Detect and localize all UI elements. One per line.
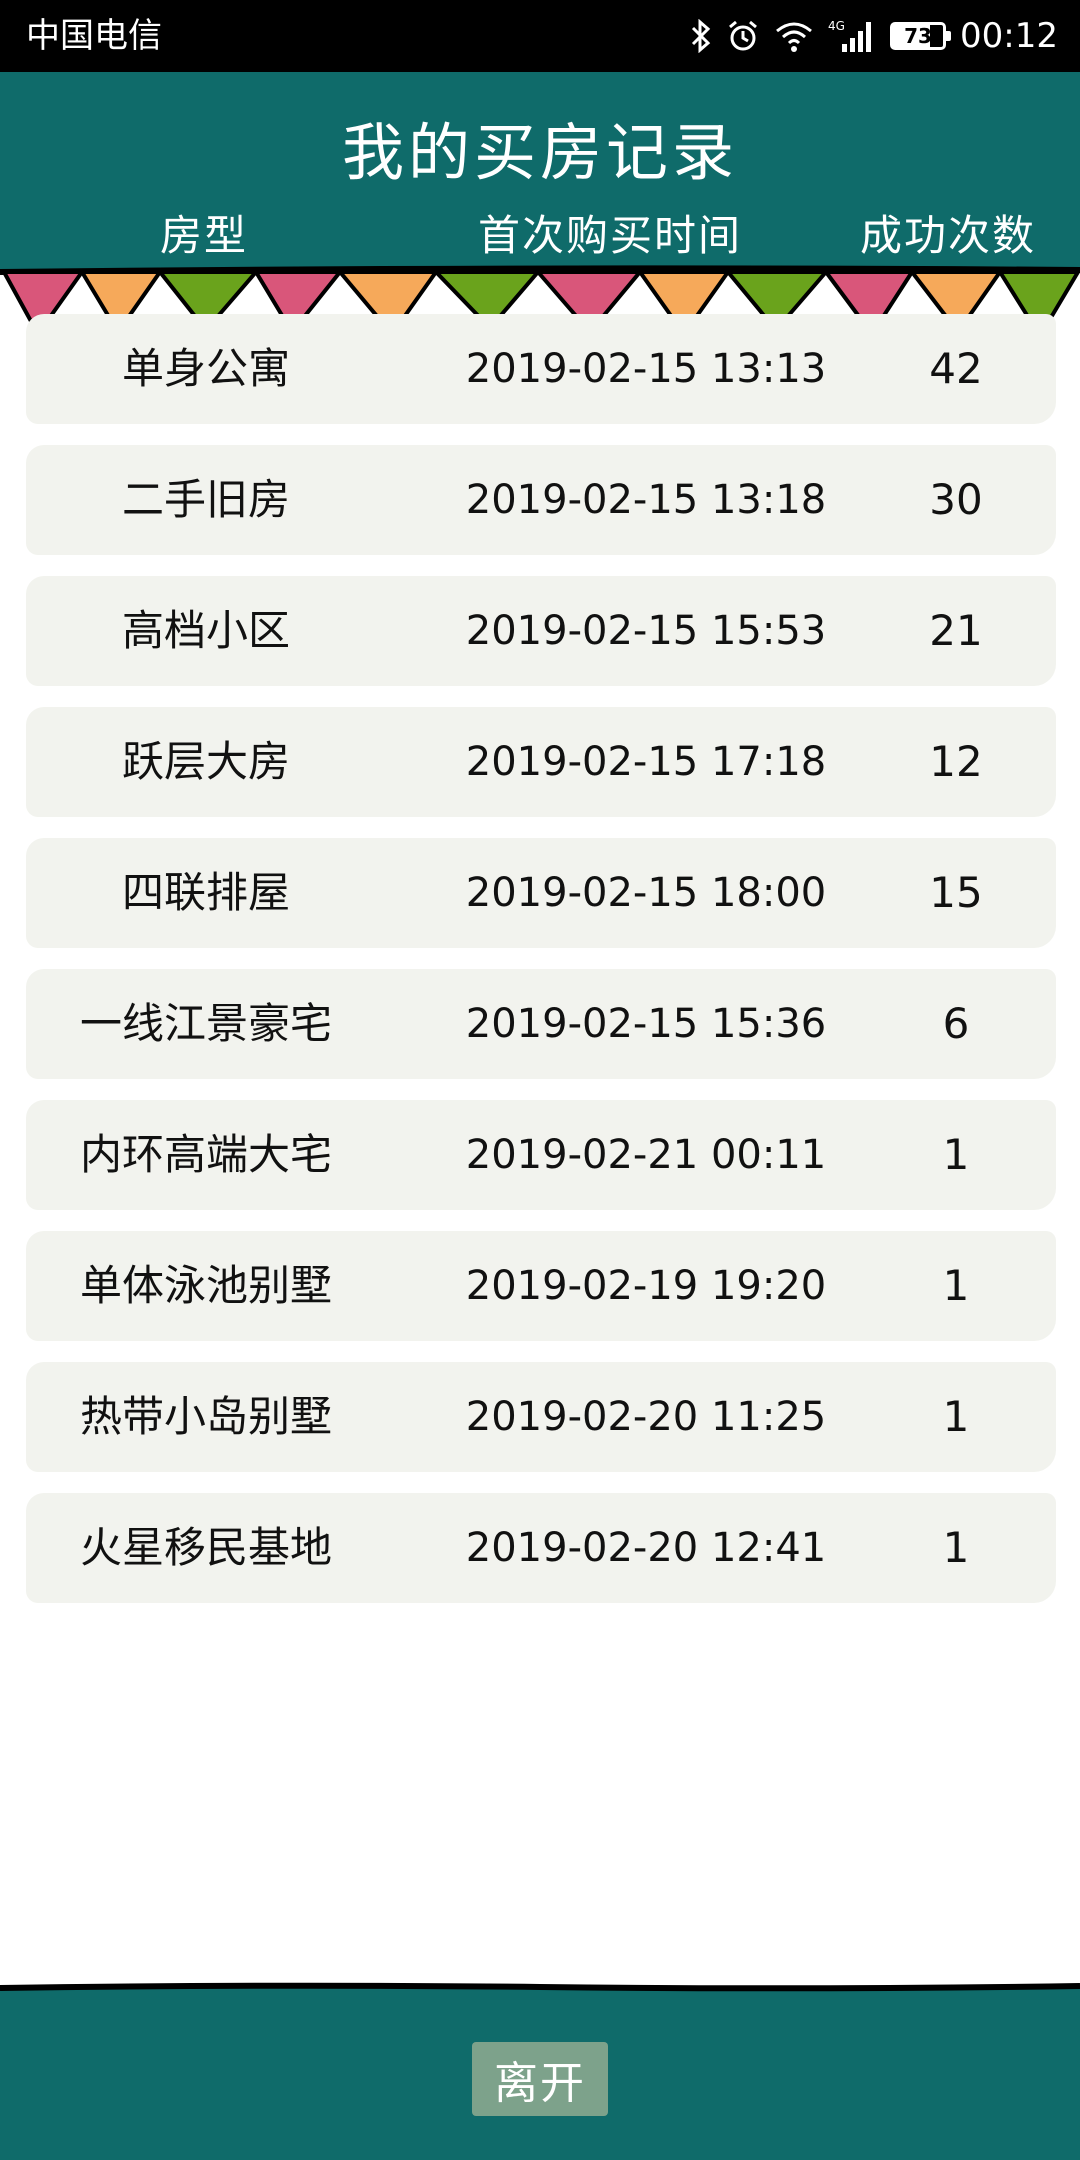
clock: 00:12 [960,16,1058,56]
record-count: 15 [929,868,983,917]
status-icons: 4G 73 00:12 [690,12,1058,60]
record-type: 单身公寓 [121,344,290,393]
record-row: 四联排屋 2019-02-15 18:00 15 [26,838,1056,948]
record-row: 二手旧房 2019-02-15 13:18 30 [26,445,1056,555]
signal-icon: 4G [828,12,876,60]
record-time: 2019-02-15 17:18 [465,739,827,785]
record-count: 6 [942,999,970,1048]
wifi-icon [774,12,814,60]
column-header-type: 房型 [160,211,249,260]
record-type: 二手旧房 [121,475,290,524]
record-type: 四联排屋 [121,868,290,917]
bluetooth-icon [690,12,712,60]
record-count: 1 [942,1523,970,1572]
record-count: 12 [929,737,983,786]
record-time: 2019-02-20 12:41 [465,1525,827,1571]
record-time: 2019-02-20 11:25 [465,1394,827,1440]
network-type: 4G [828,19,845,33]
record-time: 2019-02-15 15:36 [465,1001,827,1047]
record-type: 内环高端大宅 [79,1130,332,1179]
record-row: 火星移民基地 2019-02-20 12:41 1 [26,1493,1056,1603]
record-type: 单体泳池别墅 [79,1261,332,1310]
record-row: 高档小区 2019-02-15 15:53 21 [26,576,1056,686]
record-row: 单身公寓 2019-02-15 13:13 42 [26,314,1056,424]
record-row: 内环高端大宅 2019-02-21 00:11 1 [26,1100,1056,1210]
record-row: 单体泳池别墅 2019-02-19 19:20 1 [26,1231,1056,1341]
battery-level: 73 [904,24,932,48]
column-header-time: 首次购买时间 [478,211,743,260]
battery-icon: 73 [890,22,952,50]
record-type: 跃层大房 [121,737,290,786]
page-title: 我的买房记录 [341,116,738,189]
record-row: 热带小岛别墅 2019-02-20 11:25 1 [26,1362,1056,1472]
record-time: 2019-02-15 18:00 [465,870,827,916]
record-count: 21 [929,606,983,655]
record-time: 2019-02-15 15:53 [465,608,827,654]
record-type: 火星移民基地 [79,1523,332,1572]
footer-divider [0,1982,1080,1992]
page-header: 我的买房记录 房型 首次购买时间 成功次数 [0,72,1080,272]
record-count: 30 [929,475,983,524]
record-time: 2019-02-15 13:13 [465,346,827,392]
alarm-icon [726,12,760,60]
record-count: 1 [942,1261,970,1310]
record-count: 42 [929,344,983,393]
record-type: 高档小区 [121,606,290,655]
leave-button[interactable]: 离开 [472,2042,608,2116]
record-count: 1 [942,1392,970,1441]
record-time: 2019-02-15 13:18 [465,477,827,523]
record-type: 热带小岛别墅 [79,1392,332,1441]
record-count: 1 [942,1130,970,1179]
record-time: 2019-02-19 19:20 [465,1263,827,1309]
carrier-name: 中国电信 [26,16,162,56]
status-bar: 中国电信 4G 73 00:12 [0,0,1080,72]
record-row: 一线江景豪宅 2019-02-15 15:36 6 [26,969,1056,1079]
record-time: 2019-02-21 00:11 [465,1132,827,1178]
record-type: 一线江景豪宅 [79,999,332,1048]
column-header-count: 成功次数 [860,211,1037,260]
record-row: 跃层大房 2019-02-15 17:18 12 [26,707,1056,817]
